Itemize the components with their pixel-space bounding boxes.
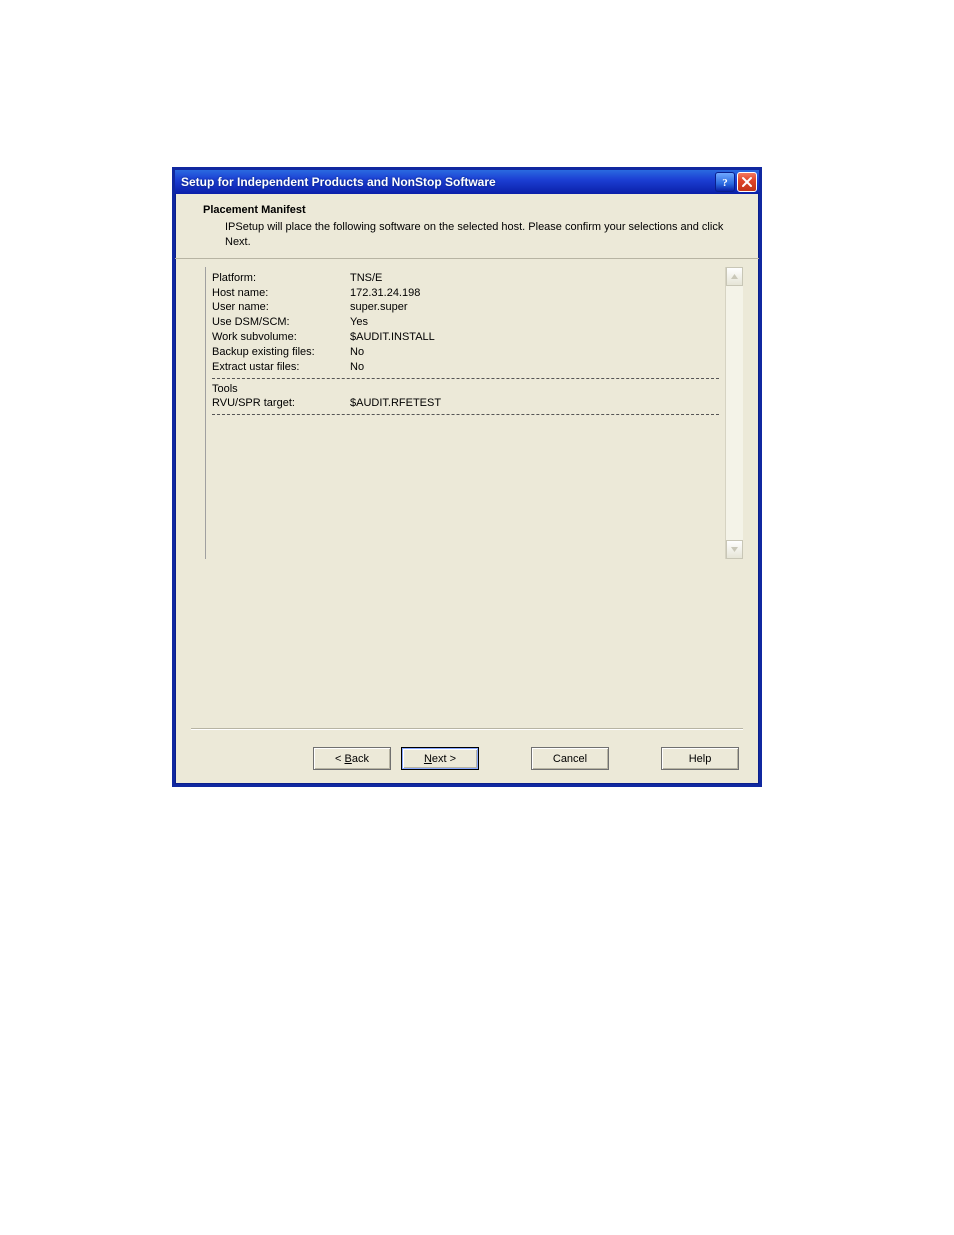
- manifest-container: Platform: TNS/E Host name: 172.31.24.198…: [175, 259, 759, 559]
- manifest-row: Host name: 172.31.24.198: [212, 286, 719, 301]
- scrollbar-track[interactable]: [726, 286, 743, 540]
- button-row: < Back Next > Cancel Help: [313, 747, 739, 770]
- manifest-row: User name: super.super: [212, 300, 719, 315]
- scroll-down-icon[interactable]: [726, 540, 743, 559]
- manifest-label: Tools: [212, 382, 350, 397]
- back-rest: ack: [352, 753, 369, 765]
- manifest-section-title: Tools: [212, 382, 719, 397]
- help-button[interactable]: Help: [661, 747, 739, 770]
- manifest-label: Backup existing files:: [212, 345, 350, 360]
- manifest-row: Platform: TNS/E: [212, 271, 719, 286]
- manifest-label: Use DSM/SCM:: [212, 315, 350, 330]
- dialog-window: Setup for Independent Products and NonSt…: [172, 167, 762, 787]
- back-mnemonic: B: [345, 753, 352, 765]
- next-rest: ext >: [432, 753, 456, 765]
- manifest-value: No: [350, 360, 364, 375]
- cancel-button[interactable]: Cancel: [531, 747, 609, 770]
- manifest-row: Backup existing files: No: [212, 345, 719, 360]
- back-prefix: <: [335, 753, 344, 765]
- next-button[interactable]: Next >: [401, 747, 479, 770]
- manifest-row: Extract ustar files: No: [212, 360, 719, 375]
- manifest-label: User name:: [212, 300, 350, 315]
- manifest-value: super.super: [350, 300, 407, 315]
- manifest-value: 172.31.24.198: [350, 286, 420, 301]
- page-root: Setup for Independent Products and NonSt…: [0, 0, 954, 1235]
- back-button[interactable]: < Back: [313, 747, 391, 770]
- manifest-row: Work subvolume: $AUDIT.INSTALL: [212, 330, 719, 345]
- header-area: Placement Manifest IPSetup will place th…: [175, 194, 759, 259]
- manifest-value: $AUDIT.RFETEST: [350, 396, 441, 411]
- manifest-label: Extract ustar files:: [212, 360, 350, 375]
- page-description: IPSetup will place the following softwar…: [225, 220, 725, 250]
- titlebar-controls: ?: [715, 172, 757, 192]
- manifest-label: Work subvolume:: [212, 330, 350, 345]
- scroll-up-icon[interactable]: [726, 267, 743, 286]
- manifest-row: Use DSM/SCM: Yes: [212, 315, 719, 330]
- separator: [191, 729, 743, 730]
- page-title: Placement Manifest: [203, 204, 737, 216]
- divider: [212, 414, 719, 415]
- manifest-row: RVU/SPR target: $AUDIT.RFETEST: [212, 396, 719, 411]
- manifest-value: $AUDIT.INSTALL: [350, 330, 435, 345]
- titlebar: Setup for Independent Products and NonSt…: [175, 170, 759, 194]
- manifest-value: No: [350, 345, 364, 360]
- manifest-label: Host name:: [212, 286, 350, 301]
- manifest-value: Yes: [350, 315, 368, 330]
- manifest-label: Platform:: [212, 271, 350, 286]
- manifest-label: RVU/SPR target:: [212, 396, 350, 411]
- window-title: Setup for Independent Products and NonSt…: [181, 175, 496, 189]
- scrollbar[interactable]: [725, 267, 743, 559]
- manifest-view: Platform: TNS/E Host name: 172.31.24.198…: [205, 267, 743, 559]
- manifest-text: Platform: TNS/E Host name: 172.31.24.198…: [206, 267, 725, 559]
- divider: [212, 378, 719, 379]
- svg-text:?: ?: [722, 177, 728, 188]
- manifest-value: TNS/E: [350, 271, 382, 286]
- close-icon[interactable]: [737, 172, 757, 192]
- help-icon[interactable]: ?: [715, 172, 735, 192]
- next-mnemonic: N: [424, 753, 432, 765]
